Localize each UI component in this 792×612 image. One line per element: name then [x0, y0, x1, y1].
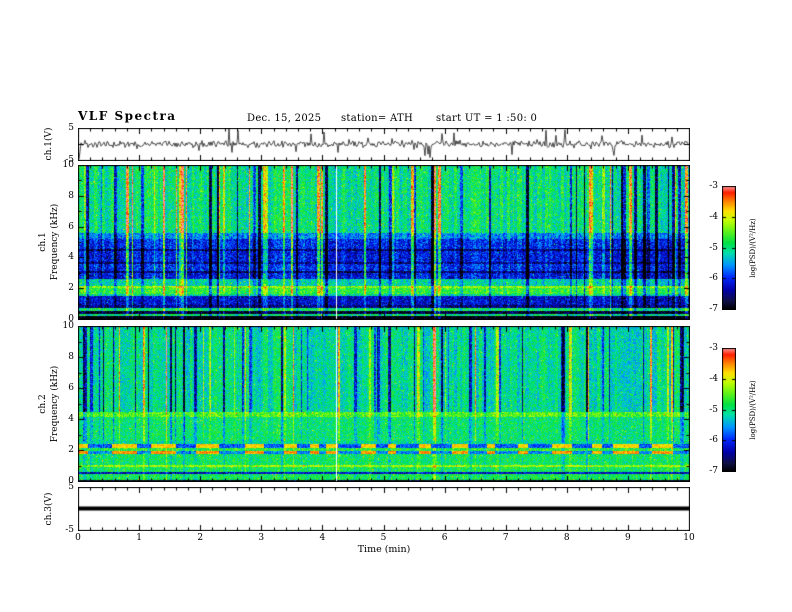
station-label: station= ATH [341, 113, 414, 124]
ch3-waveform-plot [78, 487, 690, 531]
ch1-spectrogram-ylabel: Frequency (kHz) [50, 203, 60, 281]
ch1-frequency-tick-label: 2 [68, 283, 74, 294]
ch2-frequency-tick-label: 8 [68, 352, 74, 362]
figure-title: VLF Spectra [78, 109, 177, 123]
x-tick-label: 7 [502, 533, 509, 543]
ch1-spectrogram [78, 165, 690, 320]
vlf-spectra-figure: VLF Spectra Dec. 15, 2025 station= ATH s… [0, 0, 792, 612]
x-tick-label: 9 [625, 533, 631, 543]
x-tick-label: 8 [563, 533, 570, 543]
colorbar-tick-label: -7 [709, 304, 718, 314]
start-ut-label: start UT = 1 :50: 0 [436, 113, 538, 124]
x-tick-label: 0 [75, 533, 81, 543]
ch2-spectrogram-ylabel: Frequency (kHz) [50, 365, 60, 443]
ch3-voltage-tick-label: 5 [68, 482, 74, 492]
x-tick-label: 3 [258, 533, 265, 543]
colorbar-tick-label: -7 [709, 466, 718, 476]
ch1-frequency-tick-label: 0 [68, 314, 74, 324]
colorbar2-label: log(PSD)/(V²/Hz) [749, 380, 757, 440]
ch1-frequency-tick-label: 8 [68, 190, 74, 201]
colorbar-tick-label: -3 [709, 181, 718, 191]
colorbar-tick-label: -6 [709, 273, 718, 284]
colorbar-tick-label: -3 [709, 343, 718, 353]
ch3-voltage-tick-label: -5 [65, 525, 74, 535]
ch3-waveform-ylabel: ch.3(V) [44, 492, 54, 526]
ch2-frequency-tick-label: 2 [68, 445, 74, 455]
ch2-spectrogram [78, 326, 690, 482]
x-tick-label: 5 [380, 533, 387, 543]
ch1-waveform-ylabel: ch.1(V) [44, 127, 54, 161]
colorbar-ch1 [722, 186, 736, 310]
x-tick-label: 2 [197, 533, 204, 543]
ch1-waveform-plot [78, 128, 690, 161]
x-tick-label: 6 [441, 533, 448, 543]
ch1-spectrogram-channel-label: ch.1 [38, 232, 48, 252]
x-tick-label: 1 [136, 533, 142, 543]
colorbar-tick-label: -5 [709, 404, 718, 415]
ch2-spectrogram-channel-label: ch.2 [38, 394, 48, 414]
colorbar-tick-label: -5 [709, 242, 718, 253]
colorbar-tick-label: -4 [709, 211, 718, 222]
x-tick-label: 10 [683, 533, 695, 543]
colorbar-tick-label: -4 [709, 373, 718, 384]
ch2-frequency-tick-label: 0 [68, 476, 74, 486]
date-label: Dec. 15, 2025 [247, 113, 322, 124]
x-axis-label: Time (min) [357, 544, 411, 555]
colorbar-ch2 [722, 348, 736, 472]
colorbar1-label: log(PSD)/(V²/Hz) [749, 218, 757, 278]
colorbar-tick-label: -6 [709, 435, 718, 446]
x-tick-label: 4 [319, 533, 326, 543]
ch2-frequency-tick-label: 10 [62, 321, 74, 331]
ch1-frequency-tick-label: 10 [62, 160, 74, 170]
